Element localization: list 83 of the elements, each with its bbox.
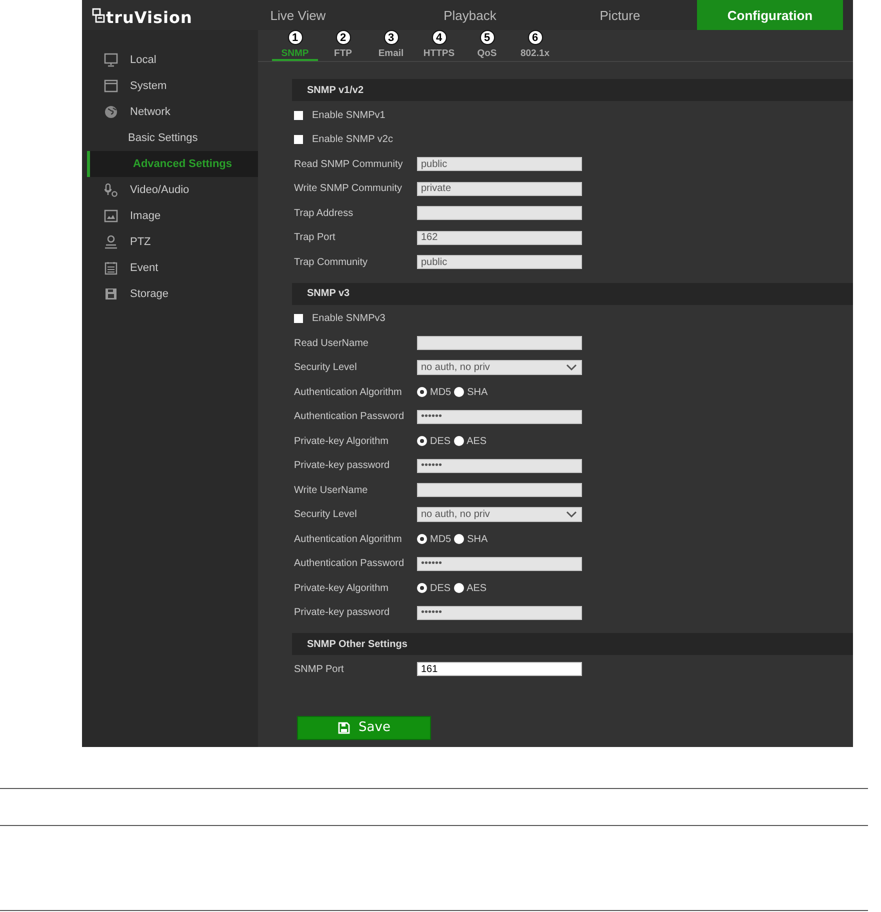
globe-icon bbox=[104, 105, 118, 119]
radio-button[interactable] bbox=[454, 583, 464, 594]
radio-button[interactable] bbox=[454, 534, 464, 544]
callout-number: 5 bbox=[480, 30, 494, 45]
submenu-item[interactable]: Advanced Settings bbox=[87, 151, 258, 177]
field-label: Private-key Algorithm bbox=[294, 582, 390, 594]
checkbox[interactable] bbox=[294, 135, 303, 144]
sub-tab[interactable]: HTTPS bbox=[423, 48, 455, 59]
radio-label: AES bbox=[466, 436, 487, 447]
radio-label: MD5 bbox=[430, 534, 452, 545]
field-label: Security Level bbox=[294, 362, 358, 374]
radio-label: SHA bbox=[467, 534, 488, 545]
section-header: SNMP v1/v2 bbox=[292, 79, 853, 101]
field-label: Read UserName bbox=[294, 338, 370, 349]
menu-item[interactable]: Image bbox=[130, 210, 161, 222]
field-label: SNMP Port bbox=[294, 664, 345, 675]
menu-item[interactable]: System bbox=[130, 80, 167, 92]
field-label: Write UserName bbox=[294, 484, 369, 496]
checkbox-label: Enable SNMP v2c bbox=[312, 134, 393, 146]
sub-tab[interactable]: FTP bbox=[334, 48, 352, 59]
radio-button[interactable] bbox=[454, 436, 464, 446]
logo-text: truVision bbox=[106, 8, 192, 26]
menu-item[interactable]: Event bbox=[130, 262, 158, 274]
microphone-camera-icon bbox=[104, 183, 118, 197]
window-icon bbox=[104, 79, 118, 93]
sub-tab[interactable]: SNMP bbox=[281, 48, 309, 59]
nav-tab[interactable]: Configuration bbox=[697, 0, 843, 30]
nav-tab[interactable]: Playback bbox=[430, 0, 510, 30]
storage-icon bbox=[104, 287, 118, 301]
callout-number: 4 bbox=[432, 30, 446, 45]
radio-button[interactable] bbox=[417, 387, 427, 398]
sub-tab[interactable]: 802.1x bbox=[520, 48, 550, 59]
field-label: Security Level bbox=[294, 509, 358, 520]
radio-button[interactable] bbox=[417, 583, 427, 594]
checkbox[interactable] bbox=[294, 314, 303, 324]
radio-button[interactable] bbox=[417, 436, 427, 446]
nav-tab[interactable]: Picture bbox=[580, 0, 660, 30]
field-label: Authentication Algorithm bbox=[294, 386, 403, 398]
sub-tab[interactable]: Email bbox=[378, 48, 404, 59]
menu-item[interactable]: Local bbox=[130, 54, 156, 66]
radio-label: SHA bbox=[467, 386, 488, 398]
field-label: Authentication Algorithm bbox=[294, 534, 403, 545]
menu-item[interactable]: Storage bbox=[130, 288, 169, 300]
radio-label: DES bbox=[430, 582, 451, 594]
chevron-down-icon bbox=[566, 511, 577, 518]
field-label: Private-key Algorithm bbox=[294, 436, 390, 447]
menu-item[interactable]: Video/Audio bbox=[130, 184, 190, 196]
field-label: Trap Port bbox=[294, 232, 336, 244]
field-label: Authentication Password bbox=[294, 411, 406, 422]
callout-number: 2 bbox=[336, 30, 350, 45]
radio-label: AES bbox=[466, 582, 487, 594]
chevron-down-icon bbox=[566, 364, 577, 372]
image-icon bbox=[104, 209, 118, 223]
nav-tab[interactable]: Live View bbox=[258, 0, 338, 30]
radio-button[interactable] bbox=[454, 387, 464, 398]
section-header: SNMP v3 bbox=[292, 282, 853, 304]
radio-label: DES bbox=[430, 436, 451, 447]
checkbox-label: Enable SNMPv3 bbox=[312, 313, 386, 324]
callout-number: 1 bbox=[288, 30, 302, 45]
field-label: Authentication Password bbox=[294, 558, 406, 570]
submenu-item[interactable]: Basic Settings bbox=[82, 125, 258, 151]
person-icon bbox=[104, 235, 118, 249]
field-label: Private-key password bbox=[294, 460, 391, 472]
field-label: Write SNMP Community bbox=[294, 183, 403, 194]
logo-icon bbox=[92, 8, 105, 22]
calendar-icon bbox=[104, 261, 118, 275]
section-header: SNMP Other Settings bbox=[292, 633, 853, 655]
field-label: Private-key password bbox=[294, 607, 391, 618]
radio-button[interactable] bbox=[417, 534, 427, 544]
sub-tab[interactable]: QoS bbox=[477, 48, 497, 59]
field-label: Read SNMP Community bbox=[294, 158, 404, 170]
checkbox[interactable] bbox=[294, 110, 303, 120]
save-button[interactable]: Save bbox=[297, 716, 431, 740]
callout-number: 3 bbox=[384, 30, 398, 45]
monitor-icon bbox=[104, 53, 118, 67]
field-label: Trap Community bbox=[294, 256, 369, 268]
menu-item[interactable]: Network bbox=[130, 106, 170, 118]
checkbox-label: Enable SNMPv1 bbox=[312, 110, 386, 121]
field-label: Trap Address bbox=[294, 208, 354, 219]
input-field[interactable]: 161 bbox=[417, 662, 582, 676]
radio-label: MD5 bbox=[430, 386, 452, 398]
menu-item[interactable]: PTZ bbox=[130, 236, 151, 248]
callout-number: 6 bbox=[528, 30, 542, 45]
